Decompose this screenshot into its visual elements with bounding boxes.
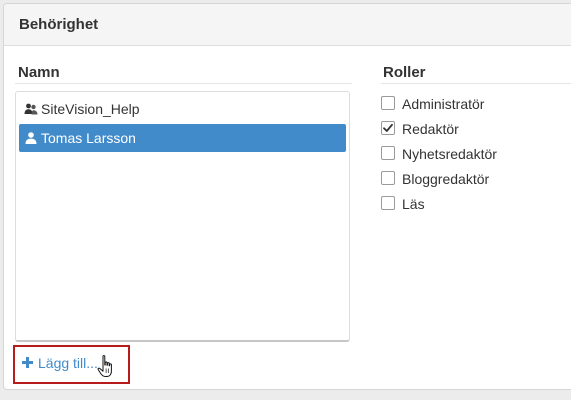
list-item-label: SiteVision_Help xyxy=(41,101,140,117)
role-label: Läs xyxy=(402,196,425,212)
list-item-tomas-larsson[interactable]: Tomas Larsson xyxy=(19,124,346,152)
role-label: Redaktör xyxy=(402,121,459,137)
plus-icon xyxy=(22,357,33,368)
panel-title: Behörighet xyxy=(19,16,99,33)
user-group-icon xyxy=(24,103,38,115)
role-label: Administratör xyxy=(402,96,485,112)
hand-cursor-icon xyxy=(97,355,112,377)
add-button-label: Lägg till... xyxy=(38,355,98,371)
administrator-checkbox[interactable] xyxy=(381,96,395,110)
blog-editor-checkbox[interactable] xyxy=(381,171,395,185)
names-heading: Namn xyxy=(18,64,60,81)
names-list[interactable]: SiteVision_Help Tomas Larsson xyxy=(15,91,350,342)
panel-header: Behörighet xyxy=(4,4,571,46)
roles-divider xyxy=(381,83,571,84)
role-label: Nyhetsredaktör xyxy=(402,146,497,162)
role-label: Bloggredaktör xyxy=(402,171,490,187)
user-icon xyxy=(25,132,37,144)
add-highlight-box: Lägg till... xyxy=(13,345,130,384)
checkmark-icon xyxy=(383,123,393,132)
news-editor-checkbox[interactable] xyxy=(381,146,395,160)
roles-heading: Roller xyxy=(383,64,426,81)
list-item-sitevision-help[interactable]: SiteVision_Help xyxy=(19,95,346,123)
editor-checkbox[interactable] xyxy=(381,121,395,135)
add-button[interactable]: Lägg till... xyxy=(22,355,98,371)
list-item-label: Tomas Larsson xyxy=(41,130,136,146)
names-divider xyxy=(15,83,352,84)
read-checkbox[interactable] xyxy=(381,196,395,210)
